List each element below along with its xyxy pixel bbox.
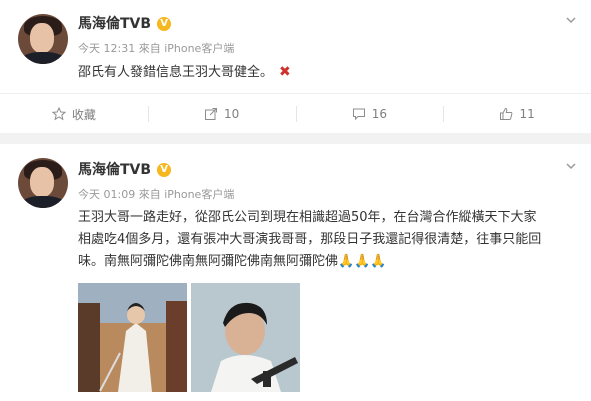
cross-mark-icon: ✖ xyxy=(279,64,291,80)
chevron-down-icon[interactable] xyxy=(565,160,577,172)
comment-button[interactable]: 16 xyxy=(295,94,444,134)
verified-badge-icon: V xyxy=(157,163,172,177)
verified-badge-icon: V xyxy=(157,17,172,31)
repost-count: 10 xyxy=(223,107,240,121)
post-time[interactable]: 今天 12:31 xyxy=(78,42,135,55)
post-text-line-3: 味。南無阿彌陀佛南無阿彌陀佛南無阿彌陀佛🙏🙏🙏 xyxy=(78,251,573,273)
swordsman-photo xyxy=(78,283,187,392)
avatar-face xyxy=(30,167,54,197)
avatar-shoulders xyxy=(20,52,66,64)
avatar-shoulders xyxy=(20,196,66,208)
post-time[interactable]: 今天 01:09 xyxy=(78,188,135,201)
post-text: 王羽大哥一路走好，從邵氏公司到現在相識超過50年，在台灣合作縱橫天下大家 相處吃… xyxy=(78,207,573,273)
post-image-2[interactable] xyxy=(191,283,300,392)
praying-hands-icon: 🙏🙏🙏 xyxy=(338,254,387,269)
comment-icon xyxy=(352,108,365,121)
weibo-post-1: 馬海倫TVB V 今天 12:31 來自 iPhone客户端 邵氏有人發錯信息王… xyxy=(0,0,591,133)
post-meta: 今天 01:09 來自 iPhone客户端 xyxy=(78,187,234,203)
action-bar: 收藏 10 16 11 xyxy=(0,93,591,134)
post-source: 來自 iPhone客户端 xyxy=(138,188,235,201)
portrait-photo xyxy=(191,283,300,392)
author-row: 馬海倫TVB V xyxy=(78,160,172,180)
favorite-button[interactable]: 收藏 xyxy=(0,94,148,134)
like-count: 11 xyxy=(519,107,535,121)
author-name[interactable]: 馬海倫TVB xyxy=(78,160,151,180)
repost-button[interactable]: 10 xyxy=(147,94,296,134)
like-button[interactable]: 11 xyxy=(443,94,591,134)
post-text-line-2: 相處吃4個多月，還有張冲大哥演我哥哥，那段日子我還記得很清楚，往事只能回 xyxy=(78,232,542,247)
post-text: 邵氏有人發錯信息王羽大哥健全。 ✖ xyxy=(78,61,568,84)
repost-icon xyxy=(204,108,217,120)
chevron-down-icon[interactable] xyxy=(565,14,577,26)
post-text-body: 邵氏有人發錯信息王羽大哥健全。 xyxy=(78,65,274,80)
post-source: 來自 iPhone客户端 xyxy=(138,42,235,55)
author-avatar[interactable] xyxy=(18,158,68,208)
author-name[interactable]: 馬海倫TVB xyxy=(78,14,151,34)
star-icon xyxy=(51,107,66,121)
avatar-face xyxy=(30,23,54,53)
post-meta: 今天 12:31 來自 iPhone客户端 xyxy=(78,41,234,57)
post-image-1[interactable] xyxy=(78,283,187,392)
thumbs-up-icon xyxy=(500,107,513,120)
author-avatar[interactable] xyxy=(18,14,68,64)
author-row: 馬海倫TVB V xyxy=(78,14,172,34)
comment-count: 16 xyxy=(371,107,388,121)
post-text-line-3-body: 味。南無阿彌陀佛南無阿彌陀佛南無阿彌陀佛 xyxy=(78,254,339,269)
favorite-label: 收藏 xyxy=(71,107,96,122)
post-text-line-1: 王羽大哥一路走好，從邵氏公司到現在相識超過50年，在台灣合作縱橫天下大家 xyxy=(78,210,537,225)
